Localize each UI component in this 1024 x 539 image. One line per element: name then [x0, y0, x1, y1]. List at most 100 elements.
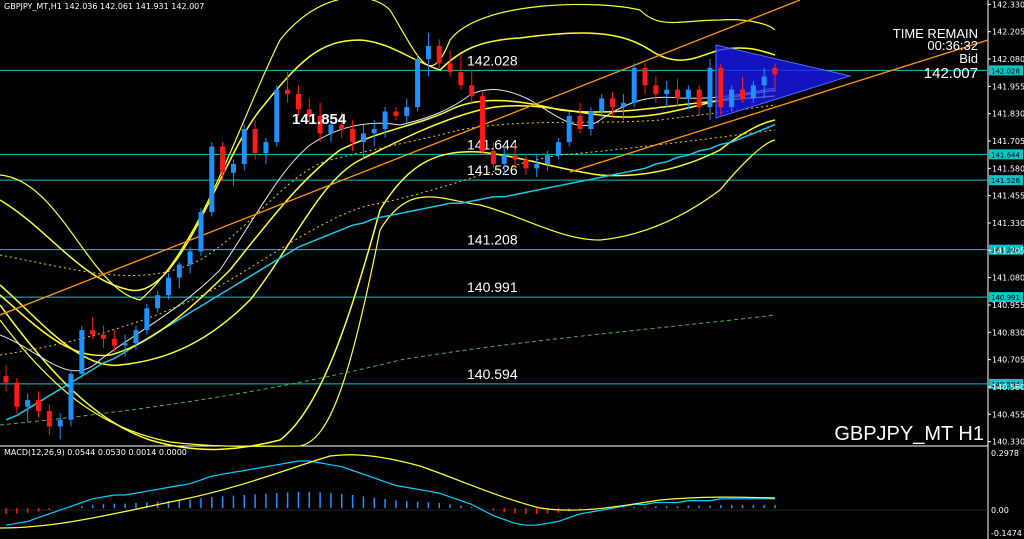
candle-body — [393, 111, 399, 116]
candle-body — [252, 128, 258, 154]
level-label: 142.028 — [467, 52, 518, 68]
candle-body — [155, 295, 161, 309]
candle-body — [772, 67, 778, 75]
candle-body — [263, 142, 269, 154]
candle-body — [425, 45, 431, 60]
candle-body — [111, 338, 117, 346]
price-tick-label: 142.330 — [992, 0, 1024, 9]
candle-body — [610, 98, 616, 108]
candle-body — [382, 111, 388, 129]
candle-body — [588, 111, 594, 129]
candle-body — [523, 159, 529, 169]
level-label: 141.208 — [467, 232, 518, 248]
bid-label: Bid — [959, 51, 978, 66]
candle-body — [35, 400, 41, 412]
candle-body — [57, 419, 63, 427]
candle-body — [620, 102, 626, 108]
candle-body — [25, 400, 31, 407]
price-tick-label: 140.955 — [992, 301, 1024, 310]
level-price-tag-text: 141.526 — [991, 177, 1020, 185]
candle-body — [220, 146, 226, 173]
candle-body — [696, 89, 702, 108]
candle-body — [100, 334, 106, 339]
price-tick-label: 140.705 — [992, 356, 1024, 365]
bid-value: 142.007 — [924, 65, 978, 82]
price-tick-label: 141.955 — [992, 82, 1024, 91]
candle-body — [480, 96, 486, 151]
candle-body — [642, 67, 648, 86]
price-tick-label: 141.830 — [992, 110, 1024, 119]
price-tick-label: 140.830 — [992, 328, 1024, 337]
candle-body — [469, 85, 475, 97]
chart-header: GBPJPY_MT,H1 142.036 142.061 141.931 142… — [4, 2, 204, 11]
candle-body — [274, 89, 280, 143]
candle-body — [371, 128, 377, 134]
candle-body — [230, 163, 236, 173]
candle-body — [501, 155, 507, 164]
candle-body — [599, 98, 605, 112]
candle-body — [545, 155, 551, 164]
candle-body — [198, 212, 204, 252]
candle-body — [122, 343, 128, 346]
price-tick-label: 140.330 — [992, 438, 1024, 447]
candle-body — [90, 330, 96, 335]
candle-body — [750, 85, 756, 99]
level-label: 141.644 — [467, 136, 518, 152]
candle-body — [653, 85, 659, 95]
symbol-label: GBPJPY_MT H1 — [834, 423, 984, 445]
annotation-price: 141.854 — [292, 111, 347, 128]
candle-body — [566, 115, 572, 143]
price-tick-label: 141.080 — [992, 274, 1024, 283]
price-tick-label: 140.455 — [992, 410, 1024, 419]
candle-body — [707, 67, 713, 108]
candle-body — [740, 89, 746, 99]
candle-body — [176, 264, 182, 278]
candle-body — [3, 376, 9, 383]
price-tick-label: 141.205 — [992, 246, 1024, 255]
candle-body — [68, 373, 74, 420]
candle-body — [685, 89, 691, 99]
candle-body — [350, 128, 356, 143]
candle-body — [241, 128, 247, 164]
price-tick-label: 140.580 — [992, 383, 1024, 392]
candle-body — [718, 67, 724, 108]
candle-body — [209, 146, 215, 213]
candle-body — [577, 115, 583, 129]
price-tick-label: 141.580 — [992, 164, 1024, 173]
level-price-tag-text: 141.644 — [991, 151, 1020, 159]
candle-body — [675, 89, 681, 99]
price-tick-label: 142.205 — [992, 28, 1024, 37]
candle-body — [14, 382, 20, 407]
macd-axis-zero: 0.00 — [991, 506, 1009, 515]
candle-body — [664, 89, 670, 95]
candle-body — [490, 150, 496, 164]
candle-body — [436, 45, 442, 64]
candle-body — [187, 251, 193, 265]
level-label: 141.526 — [467, 162, 518, 178]
price-tick-label: 141.455 — [992, 192, 1024, 201]
candle-body — [447, 63, 453, 73]
price-tick-label: 142.080 — [992, 55, 1024, 64]
candle-body — [144, 308, 150, 331]
level-price-tag-text: 142.028 — [991, 67, 1020, 75]
macd-axis-bottom: -0.1474 — [991, 529, 1022, 538]
price-tick-label: 141.705 — [992, 137, 1024, 146]
candle-body — [415, 59, 421, 108]
candle-body — [404, 107, 410, 116]
chart-canvas: 142.028 142.028 141.644 141.644 141.526 141.5… — [0, 0, 1024, 539]
candle-body — [729, 89, 735, 108]
candle-body — [458, 72, 464, 86]
candle-body — [512, 155, 518, 160]
level-label: 140.991 — [467, 279, 518, 295]
candle-body — [46, 411, 52, 427]
candle-body — [631, 67, 637, 103]
candle-body — [79, 330, 85, 374]
price-tick-label: 141.330 — [992, 219, 1024, 228]
candle-body — [360, 133, 366, 143]
candle-body — [285, 89, 291, 95]
chart-background — [0, 0, 1024, 539]
candle-body — [761, 76, 767, 86]
candle-body — [555, 142, 561, 156]
candle-body — [165, 277, 171, 296]
macd-label: MACD(12,26,9) 0.0544 0.0530 0.0014 0.000… — [4, 448, 187, 457]
